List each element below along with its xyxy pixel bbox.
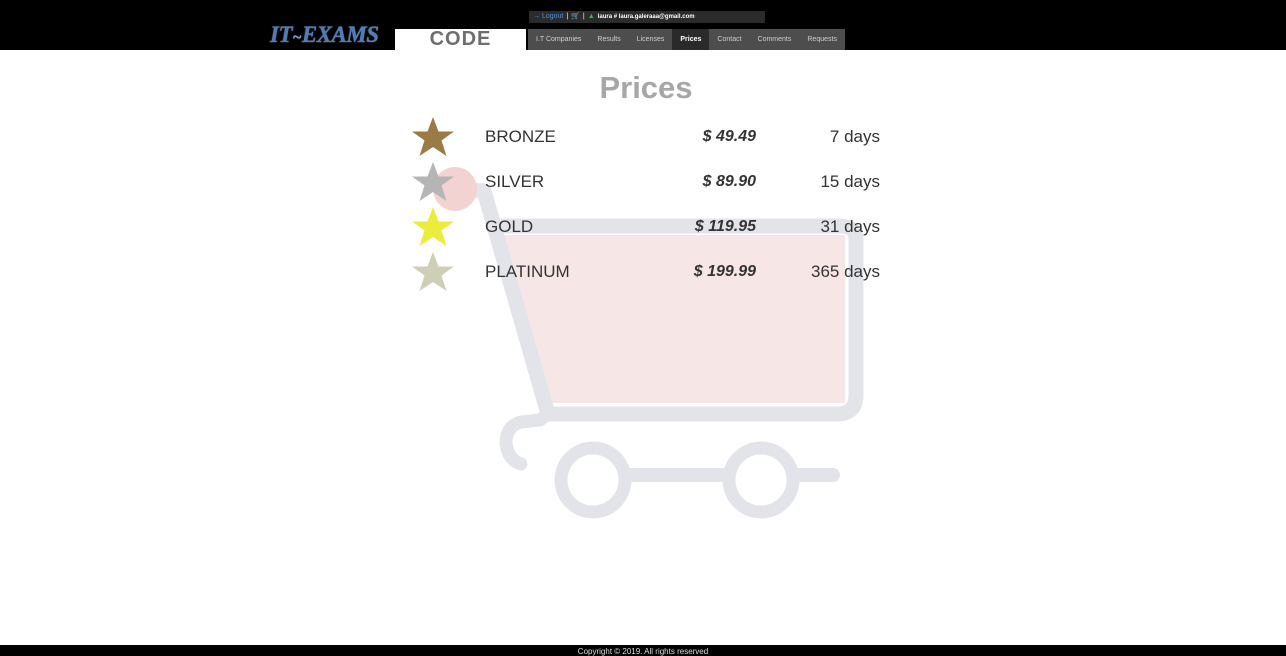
tab-comments[interactable]: Comments xyxy=(749,29,800,50)
copyright-text: Copyright © 2019. All rights reserved xyxy=(577,647,709,656)
logout-icon: → xyxy=(533,13,540,20)
footer: Copyright © 2019. All rights reserved xyxy=(0,645,1286,656)
tier-price: $ 49.49 xyxy=(702,128,756,145)
tier-name: SILVER xyxy=(485,172,545,191)
tier-name: GOLD xyxy=(485,217,534,236)
tier-name: BRONZE xyxy=(485,127,556,146)
tab-prices[interactable]: Prices xyxy=(672,29,710,50)
header-bar: → Logout | 🛒 | ▲ laura # laura.galeraaa@… xyxy=(0,0,1286,52)
price-row-gold: GOLD $ 119.95 31 days xyxy=(408,206,888,248)
star-icon xyxy=(412,117,454,156)
tier-price: $ 89.90 xyxy=(702,173,756,190)
price-row-silver: SILVER $ 89.90 15 days xyxy=(408,161,888,203)
logo-right: EXAMS xyxy=(301,22,379,47)
topbar-separator: | xyxy=(582,13,585,20)
user-label[interactable]: laura # laura.galeraaa@gmail.com xyxy=(598,11,695,23)
tab-contact[interactable]: Contact xyxy=(709,29,750,50)
tab-it-companies[interactable]: I.T Companies xyxy=(528,29,590,50)
topbar-separator: | xyxy=(566,13,569,20)
main-nav: I.T Companies Results Licenses Prices Co… xyxy=(528,29,845,50)
logout-link[interactable]: → Logout xyxy=(533,11,563,23)
cart-icon[interactable]: 🛒 xyxy=(571,11,580,23)
tier-duration: 365 days xyxy=(811,262,880,281)
logo-left: IT xyxy=(270,22,293,47)
tier-name: PLATINUM xyxy=(485,262,570,281)
star-icon xyxy=(412,252,454,291)
page-title: Prices xyxy=(599,70,693,105)
prices-page: → Logout | 🛒 | ▲ laura # laura.galeraaa@… xyxy=(0,0,1286,656)
tier-duration: 7 days xyxy=(829,127,880,146)
star-icon xyxy=(412,207,454,246)
tier-price: $ 119.95 xyxy=(694,218,756,235)
logo-separator: ~ xyxy=(293,29,301,46)
tab-results[interactable]: Results xyxy=(589,29,629,50)
site-logo[interactable]: IT~EXAMS xyxy=(270,22,379,51)
tier-duration: 31 days xyxy=(820,217,880,236)
header-divider xyxy=(0,50,1286,52)
tier-duration: 15 days xyxy=(820,172,880,191)
tier-price: $ 199.99 xyxy=(693,263,756,280)
user-topbar: → Logout | 🛒 | ▲ laura # laura.galeraaa@… xyxy=(529,11,765,23)
logout-label: Logout xyxy=(541,13,564,20)
star-icon xyxy=(412,162,454,201)
code-button[interactable]: CODE xyxy=(395,29,526,50)
user-icon: ▲ xyxy=(587,13,595,20)
price-row-platinum: PLATINUM $ 199.99 365 days xyxy=(408,251,888,293)
tab-licenses[interactable]: Licenses xyxy=(628,29,673,50)
tab-requests[interactable]: Requests xyxy=(799,29,845,50)
price-row-bronze: BRONZE $ 49.49 7 days xyxy=(408,116,888,158)
